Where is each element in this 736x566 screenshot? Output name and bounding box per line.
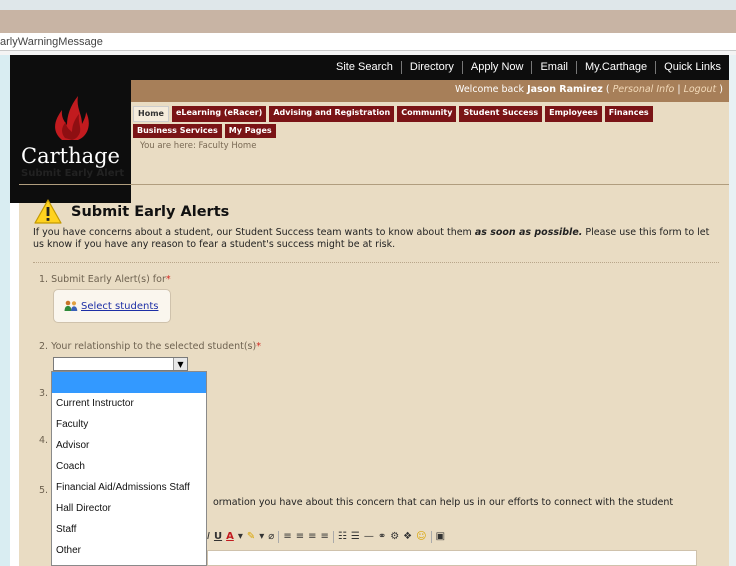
font-color-dropdown[interactable]: ▾ — [238, 531, 243, 542]
alert-title: Submit Early Alerts — [71, 204, 230, 220]
top-link-my-carthage[interactable]: My.Carthage — [575, 61, 655, 74]
align-justify-icon[interactable]: ≡ — [320, 531, 328, 542]
welcome-message: Welcome back Jason Ramirez ( Personal In… — [455, 84, 723, 95]
question-2-label: 2. Your relationship to the selected stu… — [39, 341, 257, 352]
option-current-instructor[interactable]: Current Instructor — [52, 393, 206, 414]
option-hall-director[interactable]: Hall Director — [52, 498, 206, 519]
required-mark: * — [165, 274, 171, 285]
logout-link[interactable]: Logout — [684, 84, 717, 95]
toolbar-separator — [430, 530, 432, 543]
page-title-bar: Submit Early Alert — [19, 161, 729, 185]
image-icon[interactable]: ❖ — [403, 531, 412, 542]
highlight-dropdown[interactable]: ▾ — [259, 531, 264, 542]
intro-emphasis: as soon as possible. — [474, 227, 583, 238]
top-link-apply-now[interactable]: Apply Now — [461, 61, 532, 74]
nav-advising[interactable]: Advising and Registration — [269, 106, 395, 122]
toolbar-separator — [332, 530, 334, 543]
nav-community[interactable]: Community — [397, 106, 457, 122]
nav-employees[interactable]: Employees — [545, 106, 602, 122]
header-band: Welcome back Jason Ramirez ( Personal In… — [131, 80, 729, 102]
unlink-icon[interactable]: ⚙ — [390, 531, 399, 542]
nav-elearning[interactable]: eLearning (eRacer) — [171, 106, 267, 122]
user-name: Jason Ramirez — [527, 84, 603, 95]
alert-heading: Submit Early Alerts — [34, 199, 229, 225]
intro-text: If you have concerns about a student, ou… — [33, 227, 723, 251]
option-faculty[interactable]: Faculty — [52, 414, 206, 435]
question-1-label: 1. Submit Early Alert(s) for — [39, 274, 166, 285]
align-left-icon[interactable]: ≡ — [283, 531, 291, 542]
toolbar-separator — [278, 530, 280, 543]
question-3: 3. — [39, 388, 49, 399]
nav-home[interactable]: Home — [133, 106, 169, 122]
nav-my-pages[interactable]: My Pages — [224, 124, 276, 138]
section-divider — [33, 262, 719, 263]
window-edge — [729, 55, 736, 566]
question-5-label: ormation you have about this concern tha… — [213, 497, 674, 508]
question-2: 2. Your relationship to the selected stu… — [39, 341, 261, 352]
intro-part-1: If you have concerns about a student, ou… — [33, 227, 475, 238]
paren-open: ( — [602, 84, 613, 95]
welcome-sep: | — [674, 84, 684, 95]
flame-icon — [55, 96, 89, 140]
breadcrumb: You are here: Faculty Home — [140, 141, 257, 151]
option-coach[interactable]: Coach — [52, 456, 206, 477]
link-icon[interactable]: ⚭ — [378, 531, 386, 542]
clear-format-icon[interactable]: ⌀ — [268, 531, 274, 542]
relationship-select[interactable]: ▼ — [53, 357, 188, 371]
nav-student-success[interactable]: Student Success — [459, 106, 543, 122]
left-strip — [10, 203, 19, 566]
select-students-link[interactable]: Select students — [81, 301, 158, 312]
browser-band — [0, 10, 736, 33]
concern-editor[interactable] — [207, 550, 697, 566]
page-title: Submit Early Alert — [21, 168, 125, 179]
align-right-icon[interactable]: ≡ — [308, 531, 316, 542]
address-text: arlyWarningMessage — [0, 36, 103, 48]
window-top — [0, 0, 736, 10]
required-mark: * — [256, 341, 261, 352]
top-link-site-search[interactable]: Site Search — [328, 61, 401, 74]
dropdown-arrow-icon[interactable]: ▼ — [173, 358, 187, 370]
nav-business-services[interactable]: Business Services — [133, 124, 222, 138]
option-other[interactable]: Other — [52, 540, 206, 561]
italic-button[interactable]: I — [207, 531, 210, 542]
editor-toolbar: I U A ▾ ✎ ▾ ⌀ ≡ ≡ ≡ ≡ ☷ ☰ — ⚭ ⚙ ❖ ☺ ▣ — [207, 528, 707, 545]
relationship-options: Current Instructor Faculty Advisor Coach… — [51, 371, 207, 566]
top-links: Site Search Directory Apply Now Email My… — [328, 55, 729, 80]
paste-icon[interactable]: ▣ — [436, 531, 445, 542]
warning-icon — [34, 199, 62, 224]
option-financial-aid[interactable]: Financial Aid/Admissions Staff — [52, 477, 206, 498]
emoticon-icon[interactable]: ☺ — [416, 531, 426, 542]
people-icon — [64, 300, 78, 311]
main-nav: Home eLearning (eRacer) Advising and Reg… — [133, 106, 729, 138]
question-4: 4. — [39, 435, 49, 446]
numbered-list-icon[interactable]: ☷ — [338, 531, 347, 542]
option-staff[interactable]: Staff — [52, 519, 206, 540]
personal-info-link[interactable]: Personal Info — [613, 84, 675, 95]
highlight-button[interactable]: ✎ — [247, 531, 255, 542]
paren-close: ) — [716, 84, 723, 95]
welcome-prefix: Welcome back — [455, 84, 528, 95]
top-link-quick-links[interactable]: Quick Links — [655, 61, 729, 74]
top-link-directory[interactable]: Directory — [400, 61, 462, 74]
select-students-button[interactable]: Select students — [53, 289, 171, 323]
top-bar: Site Search Directory Apply Now Email My… — [10, 55, 729, 80]
question-5: 5. — [39, 485, 49, 496]
address-bar[interactable]: arlyWarningMessage — [0, 33, 736, 51]
underline-button[interactable]: U — [214, 531, 222, 542]
top-link-email[interactable]: Email — [531, 61, 576, 74]
option-blank[interactable] — [52, 372, 206, 393]
option-advisor[interactable]: Advisor — [52, 435, 206, 456]
bullet-list-icon[interactable]: ☰ — [351, 531, 360, 542]
question-1: 1. Submit Early Alert(s) for* — [39, 274, 171, 285]
align-center-icon[interactable]: ≡ — [296, 531, 304, 542]
font-color-button[interactable]: A — [226, 531, 234, 542]
nav-finances[interactable]: Finances — [604, 106, 653, 122]
portal-page: Site Search Directory Apply Now Email My… — [10, 55, 729, 566]
horizontal-rule-icon[interactable]: — — [364, 531, 374, 542]
